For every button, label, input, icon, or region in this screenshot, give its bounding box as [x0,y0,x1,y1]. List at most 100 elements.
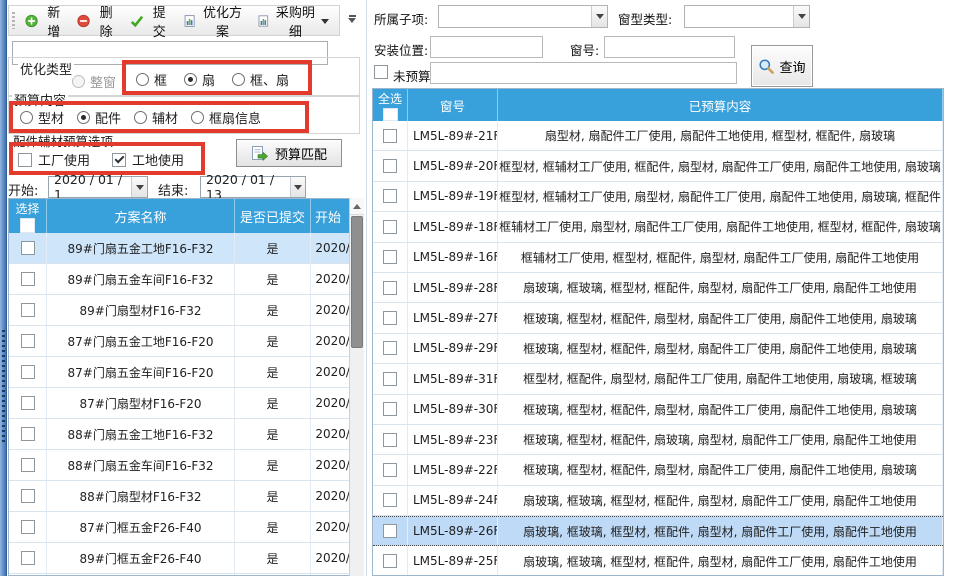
no-budget-checkbox[interactable] [374,65,388,79]
plan-table-row[interactable]: 87#门扇型材F16-F20是2020/0 [9,388,360,419]
row-checkbox[interactable] [21,520,35,534]
budget-table-row[interactable]: LM5L-89#-18F16框辅材工厂使用, 扇型材, 扇配件工厂使用, 扇配件… [373,212,943,242]
row-checkbox[interactable] [383,433,397,447]
plan-table-row[interactable]: 89#门框五金F26-F40是2020/0 [9,543,360,574]
select-all-checkbox[interactable] [20,218,35,233]
row-checkbox[interactable] [383,524,397,538]
start-date-picker[interactable]: 2020 / 01 / 1 [48,176,148,198]
row-checkbox[interactable] [21,458,35,472]
purchase-detail-button[interactable]: 采购明细 [251,0,335,43]
delete-button[interactable]: 删除 [71,0,122,43]
row-checkbox[interactable] [383,281,397,295]
row-checkbox[interactable] [383,159,397,173]
budget-table-row[interactable]: LM5L-89#-26F24扇玻璃, 框玻璃, 框型材, 框配件, 扇型材, 扇… [373,516,943,546]
budget-table-row[interactable]: LM5L-89#-22F20框玻璃, 框型材, 框配件, 扇型材, 扇配件工厂使… [373,455,943,485]
radio-option[interactable]: 框、扇 [232,70,289,89]
budget-match-button[interactable]: 预算匹配 [236,139,342,167]
budget-table-row[interactable]: LM5L-89#-27F25框玻璃, 框型材, 框配件, 扇型材, 扇配件工厂使… [373,303,943,333]
row-checkbox[interactable] [383,463,397,477]
budget-table-row[interactable]: LM5L-89#-21F19扇型材, 扇配件工厂使用, 扇配件工地使用, 框型材… [373,121,943,151]
query-button[interactable]: 查询 [751,45,813,87]
select-all-checkbox[interactable] [383,108,398,121]
budget-table-row[interactable]: LM5L-89#-23F21框玻璃, 框型材, 框配件, 扇玻璃, 扇型材, 扇… [373,425,943,455]
header-select-all[interactable]: 全选 [373,89,408,121]
dropdown-arrow-icon[interactable] [793,6,809,27]
plan-name-cell: 88#门扇型材F16-F32 [47,481,235,511]
no-budget-input[interactable] [430,62,737,84]
plan-table-scrollbar[interactable] [349,198,364,576]
row-checkbox[interactable] [21,303,35,317]
window-type-combo[interactable] [684,5,810,28]
plan-table-row[interactable]: 88#门扇型材F16-F32是2020/0 [9,481,360,512]
row-checkbox[interactable] [383,311,397,325]
plan-table-row[interactable]: 87#门扇五金工地F16-F20是2020/0 [9,326,360,357]
budget-table-row[interactable]: LM5L-89#-30F28框玻璃, 框型材, 框配件, 扇型材, 扇配件工厂使… [373,395,943,425]
budget-table-row[interactable]: LM5L-89#-31F29框型材, 框配件, 扇型材, 扇配件工厂使用, 扇配… [373,364,943,394]
radio-option[interactable]: 扇 [184,70,215,89]
radio-option[interactable]: 配件 [77,108,121,127]
plan-table-row[interactable]: 89#门扇型材F16-F32是2020/0 [9,295,360,326]
budget-table-row[interactable]: LM5L-89#-29F27框玻璃, 框型材, 框配件, 扇型材, 扇配件工厂使… [373,334,943,364]
plan-table-row[interactable]: 88#门扇五金工地F16-F32是2020/0 [9,419,360,450]
plan-table-row[interactable]: 88#门扇五金车间F16-F32是2020/0 [9,450,360,481]
budget-table-row[interactable]: LM5L-89#-25F23扇玻璃, 框玻璃, 框型材, 框配件, 扇型材, 扇… [373,546,943,576]
splitter-grip[interactable] [2,330,5,442]
radio-option[interactable]: 框扇信息 [191,108,261,127]
row-checkbox[interactable] [383,220,397,234]
row-checkbox[interactable] [21,365,35,379]
header-window-no[interactable]: 窗号 [408,89,498,121]
row-checkbox[interactable] [383,402,397,416]
plan-table-row[interactable]: 89#门扇五金车间F16-F32是2020/0 [9,264,360,295]
radio-option[interactable]: 框 [136,70,167,89]
row-checkbox[interactable] [21,241,35,255]
optimize-plan-button[interactable]: 优化方案 [177,0,250,43]
checkbox-option[interactable]: 工地使用 [112,150,184,169]
header-budget-content[interactable]: 已预算内容 [498,89,943,121]
budget-table-row[interactable]: LM5L-89#-16F15框辅材工厂使用, 框型材, 框配件, 扇型材, 扇配… [373,243,943,273]
window-no-input[interactable] [604,36,735,58]
dropdown-arrow-icon[interactable] [591,6,607,27]
row-checkbox[interactable] [21,427,35,441]
no-budget-label: 未预算: [393,66,435,85]
budget-table-row[interactable]: LM5L-89#-24F22扇玻璃, 框玻璃, 框型材, 框配件, 扇型材, 扇… [373,486,943,516]
add-button[interactable]: 新增 [19,0,70,43]
collapsed-side-panel[interactable] [0,0,7,576]
dropdown-arrow-icon[interactable] [290,177,305,197]
row-checkbox[interactable] [21,551,35,565]
toolbar-overflow-button[interactable] [344,12,360,30]
plan-table-row[interactable]: 87#门扇五金车间F16-F20是2020/0 [9,357,360,388]
plan-name-cell: 89#门扇五金车间F16-F32 [47,264,235,294]
row-checkbox[interactable] [383,493,397,507]
row-checkbox[interactable] [21,396,35,410]
budget-table-row[interactable]: LM5L-89#-20F18框型材, 框辅材工厂使用, 框配件, 扇型材, 扇配… [373,151,943,181]
row-checkbox[interactable] [21,272,35,286]
install-position-input[interactable] [430,36,543,58]
radio-label: 型材 [38,108,64,127]
radio-option[interactable]: 型材 [20,108,64,127]
row-checkbox[interactable] [383,129,397,143]
sub-item-combo[interactable] [438,5,608,28]
header-submitted[interactable]: 是否已提交 [235,199,311,233]
scrollbar-thumb[interactable] [351,216,363,348]
budget-table-row[interactable]: LM5L-89#-19F17框型材, 框辅材工厂使用, 扇型材, 扇配件工厂使用… [373,182,943,212]
row-checkbox[interactable] [383,189,397,203]
plan-table-row[interactable]: 89#门扇五金工地F16-F32是2020/0 [9,233,360,264]
row-checkbox[interactable] [383,372,397,386]
header-select[interactable]: 选择 [9,199,47,233]
row-checkbox[interactable] [383,554,397,568]
row-checkbox[interactable] [383,250,397,264]
dropdown-arrow-icon[interactable] [131,177,147,197]
row-checkbox[interactable] [383,341,397,355]
row-checkbox[interactable] [21,334,35,348]
radio-option[interactable]: 辅材 [134,108,178,127]
header-plan-name[interactable]: 方案名称 [47,199,235,233]
budget-table-row[interactable]: LM5L-89#-28F26扇玻璃, 框玻璃, 框型材, 框配件, 扇型材, 扇… [373,273,943,303]
row-checkbox[interactable] [21,489,35,503]
end-date-picker[interactable]: 2020 / 01 / 13 [200,176,306,198]
radio-icon [184,73,197,86]
checkbox-option[interactable]: 工厂使用 [18,150,90,169]
scroll-up-button[interactable] [350,198,364,215]
submit-button[interactable]: 提交 [124,0,176,43]
plan-table-row[interactable]: 87#门框五金F26-F40是2020/0 [9,512,360,543]
toolbar-grip[interactable] [12,12,15,29]
